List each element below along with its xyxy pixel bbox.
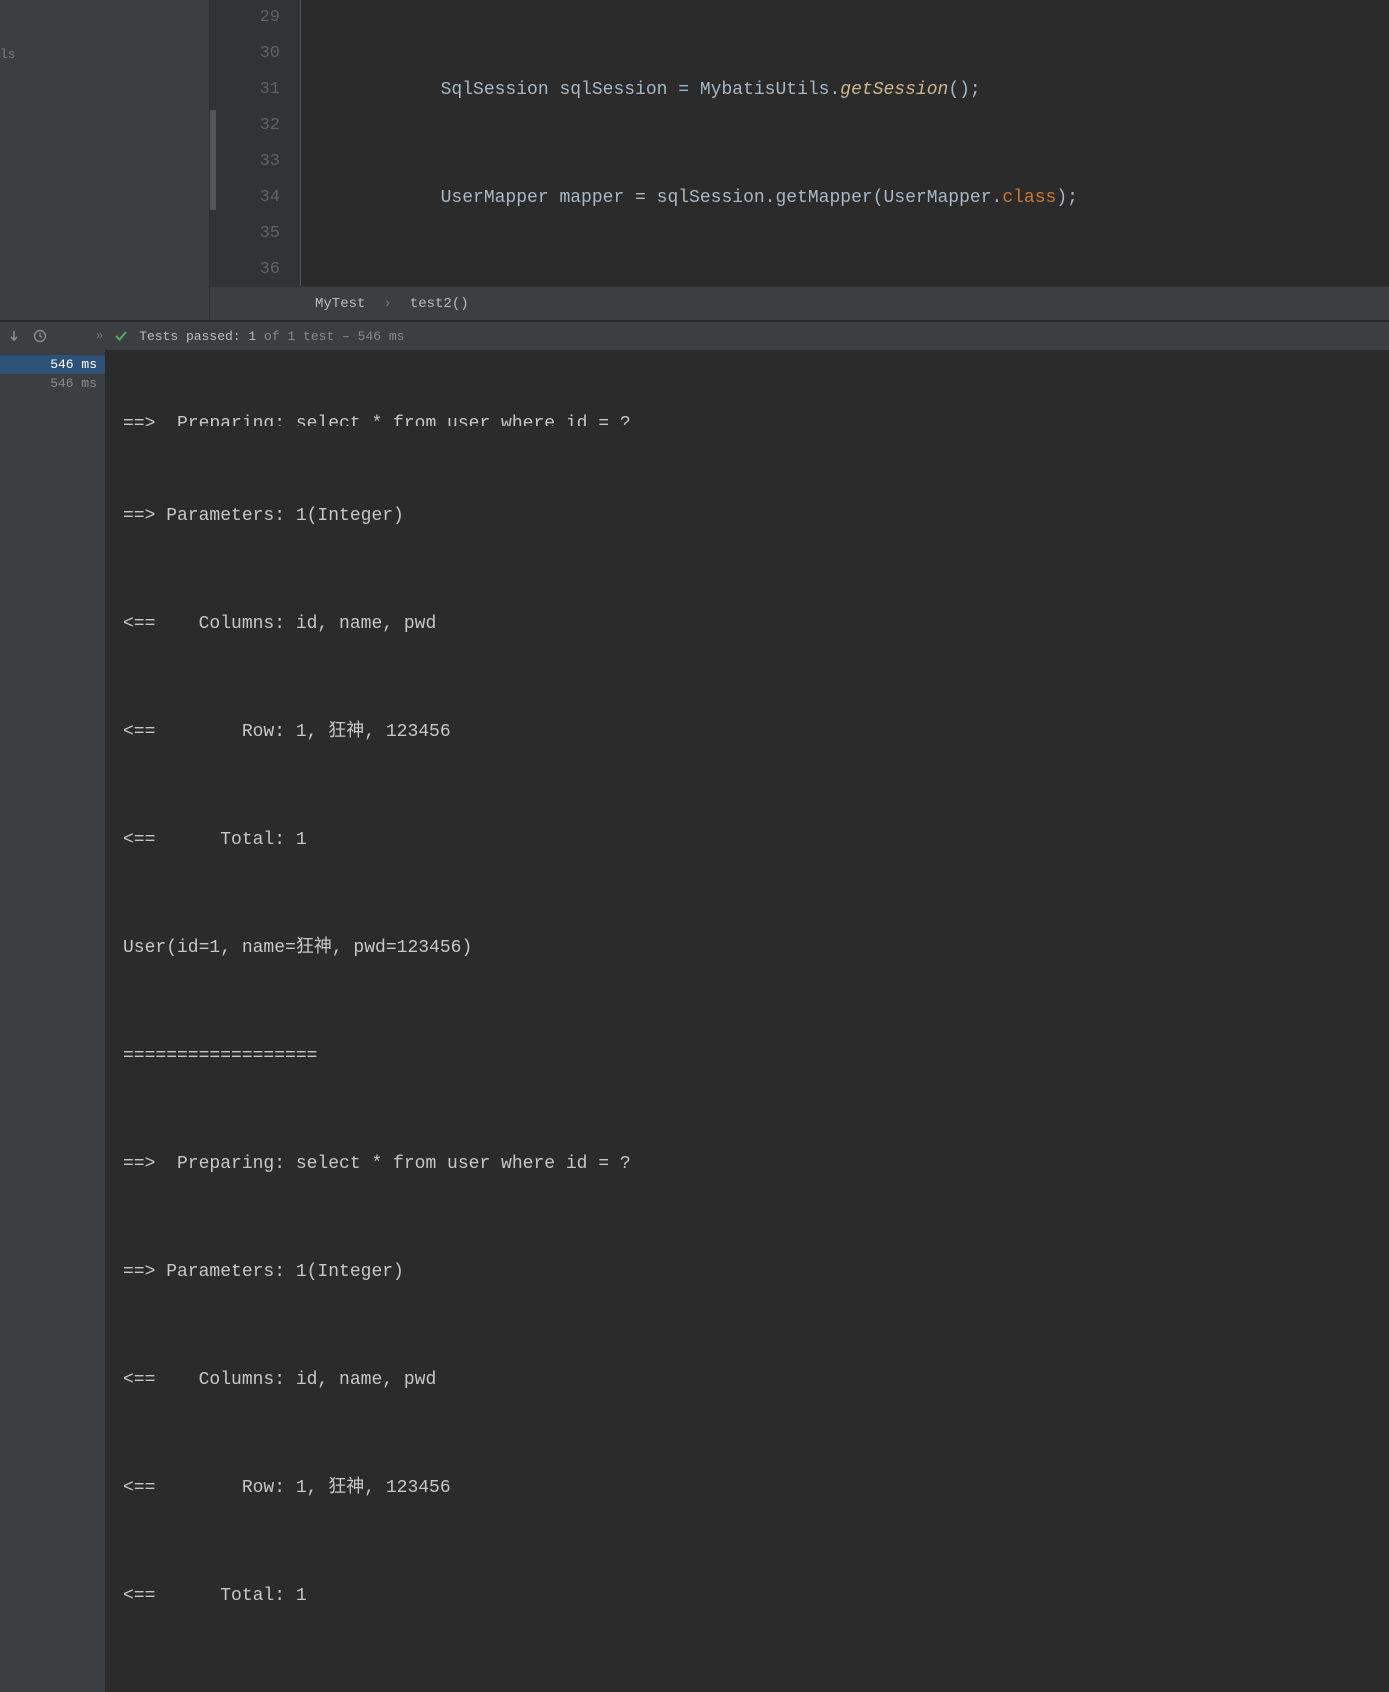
line-number[interactable]: 32 [210, 108, 280, 144]
test-tree-row-selected[interactable]: 546 ms [0, 355, 105, 374]
code-content[interactable]: SqlSession sqlSession = MybatisUtils.get… [300, 0, 1389, 286]
line-number[interactable]: 29 [210, 0, 280, 36]
console-line: <== Row: 1, 狂神, 123456 [123, 1470, 1389, 1506]
chevron-right-icon: › [383, 296, 391, 312]
console-line: <== Total: 1 [123, 822, 1389, 858]
change-markers [210, 110, 216, 210]
console-body: 546 ms 546 ms ==> Preparing: select * fr… [0, 350, 1389, 1692]
code-line-29[interactable]: SqlSession sqlSession = MybatisUtils.get… [311, 72, 1389, 108]
code-line-30[interactable]: UserMapper mapper = sqlSession.getMapper… [311, 180, 1389, 216]
console-line: <== Columns: id, name, pwd [123, 606, 1389, 642]
line-number[interactable]: 30 [210, 36, 280, 72]
console-line: <== Total: 1 [123, 1578, 1389, 1614]
console-line: <== Columns: id, name, pwd [123, 1362, 1389, 1398]
line-number[interactable]: 34 [210, 180, 280, 216]
test-status-bar: » Tests passed: 1 of 1 test – 546 ms [0, 322, 1389, 350]
editor-area: 29 30 31 32 33 34 35 36 SqlSession sqlSe… [210, 0, 1389, 320]
console-output[interactable]: ==> Preparing: select * from user where … [105, 350, 1389, 1692]
project-sidebar[interactable]: ls [0, 0, 210, 320]
line-number[interactable]: 36 [210, 252, 280, 286]
breadcrumb-method[interactable]: test2() [410, 296, 469, 312]
check-icon [113, 328, 129, 344]
line-number[interactable]: 31 [210, 72, 280, 108]
console-line: ==> Preparing: select * from user where … [123, 406, 1389, 426]
gutter[interactable]: 29 30 31 32 33 34 35 36 [210, 0, 300, 286]
test-tree[interactable]: 546 ms 546 ms [0, 350, 105, 1692]
breadcrumb[interactable]: MyTest › test2() [210, 286, 1389, 320]
console-line: ==> Parameters: 1(Integer) [123, 498, 1389, 534]
console-line: User(id=1, name=狂神, pwd=123456) [123, 930, 1389, 966]
sidebar-fragment: ls [0, 47, 16, 62]
line-number[interactable]: 35 [210, 216, 280, 252]
run-panel: » Tests passed: 1 of 1 test – 546 ms 546… [0, 322, 1389, 1692]
history-icon[interactable] [32, 328, 48, 344]
code-block[interactable]: 29 30 31 32 33 34 35 36 SqlSession sqlSe… [210, 0, 1389, 286]
tests-passed-label: Tests passed: 1 of 1 test – 546 ms [139, 329, 404, 344]
editor-section: ls 29 30 31 32 33 34 35 36 SqlSession sq… [0, 0, 1389, 320]
breadcrumb-class[interactable]: MyTest [315, 296, 365, 312]
test-tree-row[interactable]: 546 ms [0, 374, 105, 393]
console-line: User(id=1, name=狂神, pwd=123456) [123, 1686, 1389, 1692]
line-number[interactable]: 33 [210, 144, 280, 180]
console-line: <== Row: 1, 狂神, 123456 [123, 714, 1389, 750]
console-line: ==> Preparing: select * from user where … [123, 1146, 1389, 1182]
expand-icon[interactable]: » [96, 329, 103, 343]
console-line: ==> Parameters: 1(Integer) [123, 1254, 1389, 1290]
console-line: ================== [123, 1038, 1389, 1074]
arrow-down-icon[interactable] [6, 328, 22, 344]
